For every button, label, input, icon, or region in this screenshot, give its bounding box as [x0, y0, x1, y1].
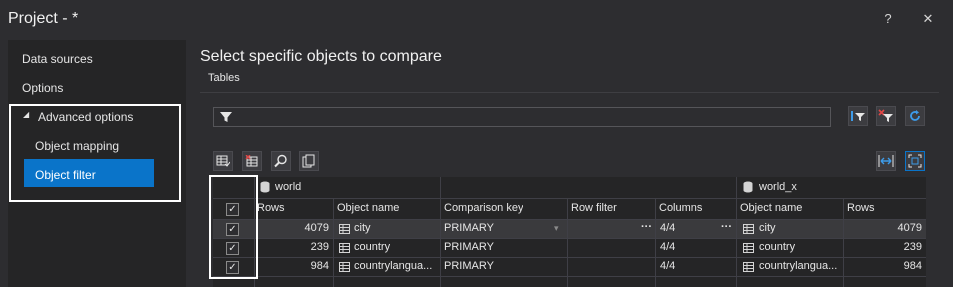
tab-tables[interactable]: Tables [208, 72, 240, 84]
right-object-name: city [759, 222, 776, 234]
clear-filter-button[interactable] [876, 106, 896, 126]
close-button[interactable]: ✕ [917, 8, 939, 30]
select-all-button[interactable] [213, 151, 233, 171]
annotation-highlight-nav [9, 104, 181, 202]
grid-vline [655, 198, 656, 287]
database-icon [743, 181, 753, 193]
database-icon [260, 181, 270, 193]
deselect-all-button[interactable] [242, 151, 262, 171]
column-header-columns[interactable]: Columns [659, 199, 702, 218]
window-title: Project - * [8, 10, 79, 27]
right-rows-value: 984 [903, 260, 922, 272]
left-object-name: countrylangua... [354, 260, 433, 272]
table-check-icon [216, 155, 230, 167]
grid-hline [213, 198, 926, 199]
column-header-right-rows[interactable]: Rows [847, 199, 875, 218]
dropdown-arrow-icon[interactable]: ▾ [554, 219, 559, 238]
grid-hline [213, 276, 926, 277]
nav-item-data-sources[interactable]: Data sources [22, 52, 93, 66]
left-object-name: country [354, 241, 391, 253]
columns-value: 4/4 [660, 222, 676, 234]
right-object-name: countrylangua... [759, 260, 838, 272]
left-rows-value: 239 [310, 241, 329, 253]
expand-icon [908, 154, 922, 168]
fit-width-icon [878, 155, 894, 167]
fit-columns-button[interactable] [876, 151, 896, 171]
table-icon [743, 262, 754, 272]
annotation-highlight-checkboxes [209, 175, 258, 279]
grid-vline [440, 177, 441, 287]
copy-icon [302, 154, 315, 168]
right-database-name: world_x [759, 181, 797, 193]
grid-vline [333, 198, 334, 287]
table-icon [339, 224, 350, 234]
column-header-row-filter[interactable]: Row filter [571, 199, 617, 218]
comparison-key-dropdown[interactable]: PRIMARY [444, 257, 494, 276]
refresh-button[interactable] [905, 106, 925, 126]
help-button[interactable]: ? [877, 8, 899, 30]
columns-value: 4/4 [660, 241, 676, 253]
search-icon [274, 154, 287, 168]
comparison-key-dropdown[interactable]: PRIMARY [444, 219, 494, 238]
filter-options-button[interactable] [848, 106, 868, 126]
expand-button[interactable] [905, 151, 925, 171]
right-rows-value: 4079 [897, 222, 922, 234]
row-filter-edit-button[interactable]: ··· [641, 218, 652, 237]
right-object-name: country [759, 241, 796, 253]
column-header-right-object-name[interactable]: Object name [740, 199, 802, 218]
copy-button[interactable] [299, 151, 319, 171]
table-icon [339, 262, 350, 272]
filter-settings-icon [851, 111, 865, 121]
table-uncheck-icon [245, 155, 258, 167]
page-title: Select specific objects to compare [200, 48, 442, 65]
title-bar: Project - * ? ✕ [0, 0, 953, 40]
left-object-name: city [354, 222, 371, 234]
left-rows-value: 984 [310, 260, 329, 272]
table-icon [339, 243, 350, 253]
grid-vline [843, 198, 844, 287]
filter-icon [220, 112, 232, 122]
columns-value: 4/4 [660, 260, 676, 272]
clear-filter-icon [878, 109, 893, 122]
table-icon [743, 224, 754, 234]
grid-vline [567, 198, 568, 287]
objects-grid: world world_x ✓ Rows Object name Compari… [213, 177, 926, 287]
column-header-comparison-key[interactable]: Comparison key [444, 199, 523, 218]
left-database-name: world [275, 181, 302, 193]
filter-input[interactable] [213, 107, 831, 127]
column-header-rows[interactable]: Rows [257, 199, 285, 218]
tab-divider [200, 92, 939, 93]
column-header-object-name[interactable]: Object name [337, 199, 399, 218]
table-icon [743, 243, 754, 253]
find-button[interactable] [271, 151, 291, 171]
right-rows-value: 239 [903, 241, 922, 253]
comparison-key-dropdown[interactable]: PRIMARY [444, 238, 494, 257]
nav-item-options[interactable]: Options [22, 81, 63, 95]
left-rows-value: 4079 [304, 222, 329, 234]
grid-vline [736, 177, 737, 287]
refresh-icon [910, 110, 920, 121]
columns-edit-button[interactable]: ··· [721, 218, 732, 237]
